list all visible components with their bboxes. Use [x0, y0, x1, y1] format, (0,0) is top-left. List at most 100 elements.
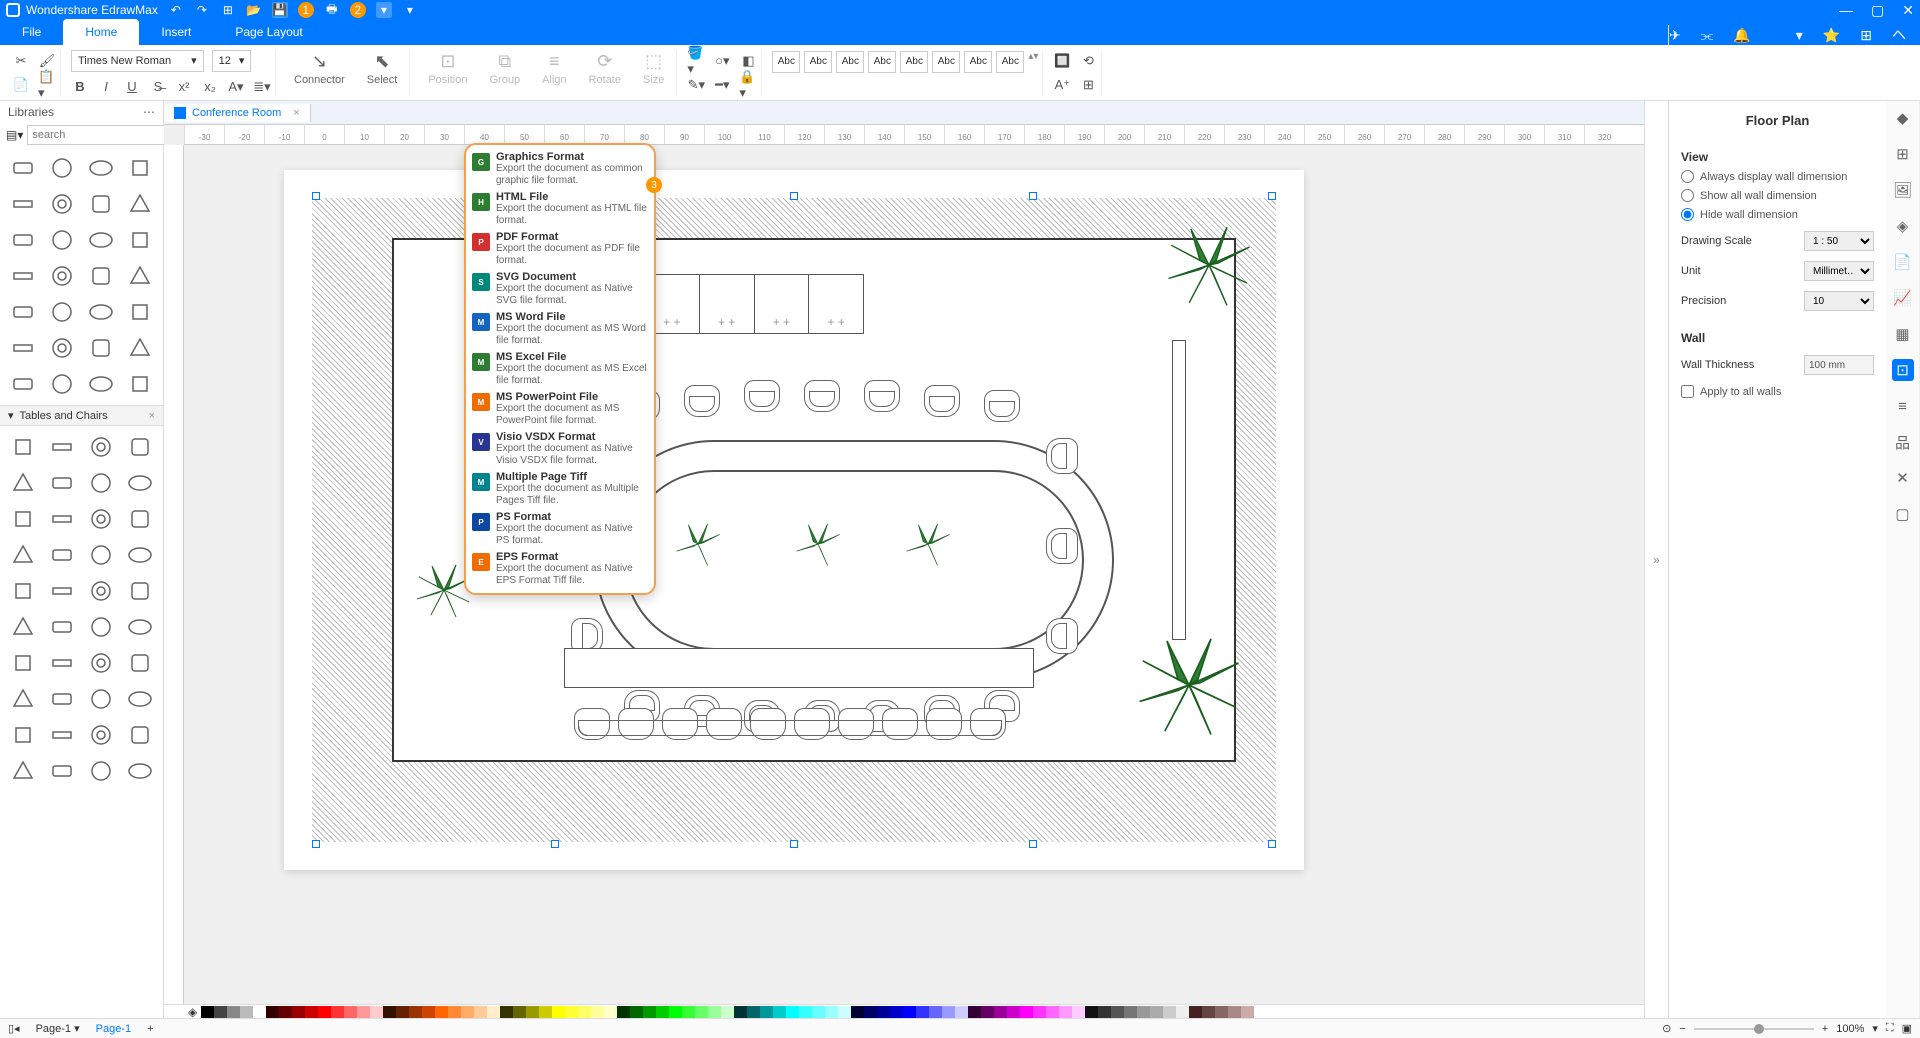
color-swatch[interactable] [370, 1006, 383, 1018]
strike-icon[interactable]: S̶ [149, 78, 167, 96]
connector-button[interactable]: ↘Connector [286, 51, 353, 95]
chair[interactable] [684, 385, 720, 417]
library-shape[interactable] [4, 754, 41, 786]
add-page-icon[interactable]: + [147, 1023, 153, 1035]
style-4[interactable]: Abc [868, 51, 896, 73]
color-swatch[interactable] [604, 1006, 617, 1018]
color-swatch[interactable] [968, 1006, 981, 1018]
library-shape[interactable] [4, 682, 41, 716]
page-nav-icon[interactable]: ▯◂ [8, 1022, 20, 1035]
color-swatch[interactable] [734, 1006, 747, 1018]
library-shape[interactable] [4, 466, 41, 500]
color-swatch[interactable] [721, 1006, 734, 1018]
color-swatch[interactable] [760, 1006, 773, 1018]
library-shape[interactable] [83, 610, 120, 644]
color-swatch[interactable] [786, 1006, 799, 1018]
color-swatch[interactable] [305, 1006, 318, 1018]
styles-more-icon[interactable]: ▴▾ [1028, 51, 1038, 95]
library-shape[interactable] [83, 682, 120, 716]
library-shape[interactable] [83, 223, 120, 257]
color-swatch[interactable] [1033, 1006, 1046, 1018]
library-shape[interactable] [4, 259, 41, 293]
style-1[interactable]: Abc [772, 51, 800, 73]
chair[interactable] [744, 380, 780, 412]
library-shape[interactable] [122, 538, 159, 572]
chair[interactable] [1046, 618, 1078, 654]
tab-layers-icon[interactable]: ◈ [1892, 215, 1914, 237]
font-color-icon[interactable]: A▾ [227, 78, 245, 96]
color-swatch[interactable] [526, 1006, 539, 1018]
color-swatch[interactable] [318, 1006, 331, 1018]
color-swatch[interactable] [552, 1006, 565, 1018]
fullscreen-icon[interactable]: ⛶ [1886, 1022, 1894, 1035]
thickness-input[interactable] [1804, 355, 1874, 375]
bullets-icon[interactable]: ≣▾ [253, 78, 271, 96]
library-shape[interactable] [4, 502, 41, 536]
library-shape[interactable] [43, 682, 80, 716]
chair[interactable] [984, 390, 1020, 422]
library-shape[interactable] [83, 718, 120, 752]
library-shape[interactable] [122, 610, 159, 644]
library-shape[interactable] [83, 367, 120, 401]
color-swatch[interactable] [799, 1006, 812, 1018]
color-swatch[interactable] [851, 1006, 864, 1018]
line-style-icon[interactable]: ━▾ [713, 76, 731, 94]
export-ms-excel-file[interactable]: MMS Excel FileExport the document as MS … [466, 349, 654, 389]
color-swatch[interactable] [708, 1006, 721, 1018]
tab-arrows-icon[interactable]: ✕ [1892, 467, 1914, 489]
export-ms-powerpoint-file[interactable]: MMS PowerPoint FileExport the document a… [466, 389, 654, 429]
library-shape[interactable] [122, 187, 159, 221]
position-button[interactable]: ⊡Position [420, 51, 475, 95]
color-swatch[interactable] [617, 1006, 630, 1018]
color-swatch[interactable] [474, 1006, 487, 1018]
library-shape[interactable] [122, 574, 159, 608]
share-icon[interactable]: ⫘ [1701, 27, 1714, 44]
library-shape[interactable] [43, 367, 80, 401]
color-swatch[interactable] [929, 1006, 942, 1018]
color-swatch[interactable] [422, 1006, 435, 1018]
export-ms-word-file[interactable]: MMS Word FileExport the document as MS W… [466, 309, 654, 349]
library-search-input[interactable] [27, 125, 179, 145]
color-swatch[interactable] [1007, 1006, 1020, 1018]
tab-floorplan-icon[interactable]: ⊡ [1892, 359, 1914, 381]
color-swatch[interactable] [643, 1006, 656, 1018]
library-shape[interactable] [4, 718, 41, 752]
tab-table-icon[interactable]: ▦ [1892, 323, 1914, 345]
style-5[interactable]: Abc [900, 51, 928, 73]
color-swatch[interactable] [1085, 1006, 1098, 1018]
chevron-down-icon[interactable]: ▾ [8, 409, 14, 422]
close-tab-icon[interactable]: × [293, 107, 299, 119]
minimize-button[interactable]: — [1839, 2, 1853, 19]
library-shape[interactable] [83, 574, 120, 608]
library-shape[interactable] [4, 574, 41, 608]
library-shape[interactable] [4, 610, 41, 644]
color-swatch[interactable] [630, 1006, 643, 1018]
color-swatch[interactable] [448, 1006, 461, 1018]
library-shape[interactable] [43, 151, 80, 185]
tab-fill-icon[interactable]: ◆ [1892, 107, 1914, 129]
pin-icon[interactable]: ▾ [1796, 27, 1803, 44]
library-shape[interactable] [43, 295, 80, 329]
undo-icon[interactable]: ↶ [168, 2, 184, 18]
export-visio-vsdx-format[interactable]: VVisio VSDX FormatExport the document as… [466, 429, 654, 469]
library-shape[interactable] [122, 466, 159, 500]
style-7[interactable]: Abc [964, 51, 992, 73]
color-swatch[interactable] [227, 1006, 240, 1018]
library-shape[interactable] [83, 331, 120, 365]
library-shape[interactable] [43, 754, 80, 786]
unit-select[interactable]: Millimet… [1804, 261, 1874, 281]
color-swatch[interactable] [1163, 1006, 1176, 1018]
menu-home[interactable]: Home [63, 19, 139, 45]
find-icon[interactable]: 🔲 [1053, 52, 1071, 70]
table-plant-3[interactable] [904, 520, 952, 568]
precision-select[interactable]: 10 [1804, 291, 1874, 311]
chair[interactable] [864, 380, 900, 412]
color-swatch[interactable] [279, 1006, 292, 1018]
library-shape[interactable] [43, 331, 80, 365]
color-swatch[interactable] [292, 1006, 305, 1018]
color-swatch[interactable] [253, 1006, 266, 1018]
save-icon[interactable]: 💾 [272, 2, 288, 18]
row-chairs[interactable] [574, 708, 1006, 740]
underline-icon[interactable]: U [123, 78, 141, 96]
fit-page-icon[interactable]: ▣ [1902, 1022, 1912, 1035]
